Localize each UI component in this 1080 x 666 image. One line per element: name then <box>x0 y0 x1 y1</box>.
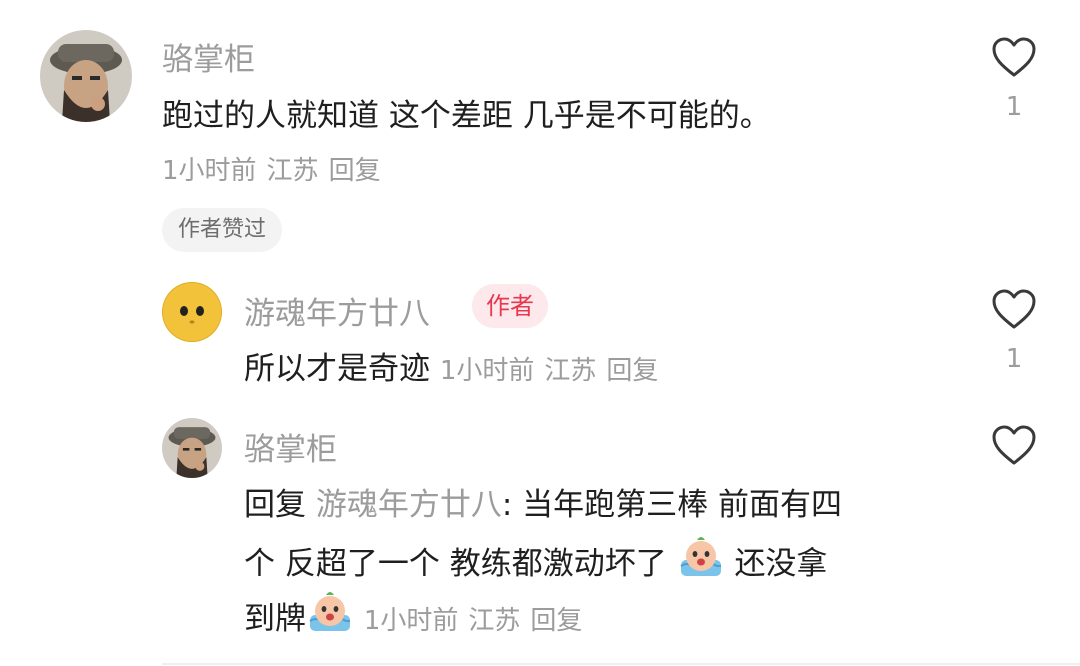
reply-time: 1小时前 <box>439 356 535 386</box>
reply-username[interactable]: 游魂年方廿八 <box>244 288 430 333</box>
crying-emoji <box>309 592 350 631</box>
like-count: 1 <box>1005 92 1023 122</box>
comment-time: 1小时前 <box>162 156 257 186</box>
reply-text-row: 所以才是奇迹 1小时前 江苏 回复 <box>244 343 658 388</box>
like-button[interactable] <box>990 424 1038 466</box>
reply-to-user[interactable]: 游魂年方廿八 <box>316 487 502 523</box>
reply-prefix: 回复 <box>244 487 306 523</box>
reply-location: 江苏 <box>468 606 521 636</box>
reply-colon: : <box>501 487 513 523</box>
reply-location: 江苏 <box>544 356 597 386</box>
reply-time: 1小时前 <box>363 606 459 636</box>
comment-location: 江苏 <box>266 156 319 186</box>
comment-thread: 骆掌柜 跑过的人就知道 这个差距 几乎是不可能的。 1小时前 江苏 回复 作者赞过 … <box>0 0 1080 666</box>
divider <box>162 663 1080 665</box>
reply-button[interactable]: 回复 <box>606 356 658 386</box>
heart-outline-icon <box>992 289 1036 329</box>
like-button[interactable] <box>990 36 1038 78</box>
author-liked-badge: 作者赞过 <box>162 208 283 252</box>
comment-text: 跑过的人就知道 这个差距 几乎是不可能的。 <box>162 98 771 134</box>
reply-text-part-1: 当年跑第三棒 前面有四 <box>522 487 843 523</box>
author-tag: 作者 <box>472 284 548 328</box>
crying-emoji <box>680 537 721 576</box>
reply-button[interactable]: 回复 <box>530 606 582 636</box>
reply-text-part-4: 到牌 <box>244 601 306 637</box>
comment-username[interactable]: 骆掌柜 <box>162 34 255 79</box>
avatar-author[interactable] <box>162 282 222 342</box>
avatar-luo-small[interactable] <box>162 418 222 478</box>
reply-text-line-2: 个 反超了一个 教练都激动坏了 还没拿 <box>244 534 827 583</box>
reply-text-line-1: 回复 游魂年方廿八: 当年跑第三棒 前面有四 <box>244 479 842 524</box>
like-button[interactable] <box>990 288 1038 330</box>
reply-text-part-3: 还没拿 <box>734 546 828 582</box>
reply-text-line-3: 到牌 1小时前 江苏 回复 <box>244 589 582 638</box>
heart-outline-icon <box>992 425 1036 465</box>
comment-meta: 1小时前 江苏 回复 <box>162 150 381 187</box>
reply-username[interactable]: 骆掌柜 <box>244 424 337 469</box>
like-count: 1 <box>1005 344 1023 374</box>
heart-outline-icon <box>992 37 1036 77</box>
reply-text: 所以才是奇迹 <box>244 351 430 387</box>
reply-text-part-2: 个 反超了一个 教练都激动坏了 <box>244 546 667 582</box>
avatar-luo[interactable] <box>40 30 132 122</box>
reply-button[interactable]: 回复 <box>329 156 381 186</box>
